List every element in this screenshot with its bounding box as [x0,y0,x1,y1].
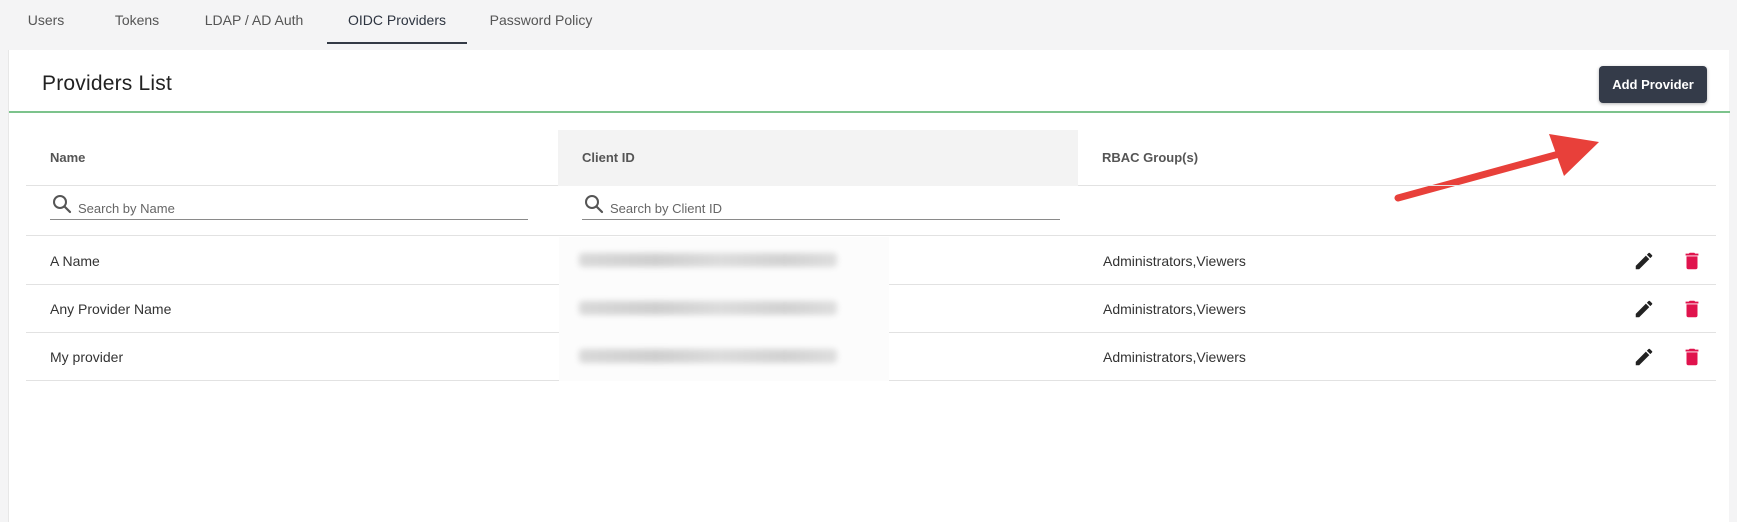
pencil-icon[interactable] [1633,346,1655,368]
table-row: Any Provider Name Administrators,Viewers [26,285,1716,333]
table-row: A Name Administrators,Viewers [26,237,1716,285]
client-id-redacted [559,237,889,285]
trash-icon[interactable] [1681,250,1703,272]
page-title: Providers List [42,72,173,95]
filter-row [26,186,1716,236]
client-id-filter [582,192,1060,220]
trash-icon[interactable] [1681,346,1703,368]
table-row: My provider Administrators,Viewers [26,333,1716,381]
provider-name: Any Provider Name [50,301,172,317]
rbac-groups: Administrators,Viewers [1103,301,1246,317]
client-id-redacted [559,333,889,381]
tab-ldap-ad-auth[interactable]: LDAP / AD Auth [196,0,312,44]
rbac-groups: Administrators,Viewers [1103,349,1246,365]
search-icon [585,195,604,214]
table-header: Name Client ID RBAC Group(s) [26,130,1716,186]
panel-header: Providers List Add Provider [9,50,1730,113]
column-header-rbac-groups[interactable]: RBAC Group(s) [1078,130,1538,186]
column-header-client-id[interactable]: Client ID [558,130,1078,186]
tab-users[interactable]: Users [18,0,74,44]
pencil-icon[interactable] [1633,298,1655,320]
search-icon [53,195,72,214]
provider-name: A Name [50,253,100,269]
add-provider-button[interactable]: Add Provider [1599,66,1707,103]
settings-tabs: Users Tokens LDAP / AD Auth OIDC Provide… [0,0,1737,44]
tab-oidc-providers[interactable]: OIDC Providers [327,0,467,44]
pencil-icon[interactable] [1633,250,1655,272]
tab-tokens[interactable]: Tokens [100,0,174,44]
column-header-name[interactable]: Name [26,130,497,186]
search-by-name-input[interactable] [78,198,508,218]
provider-name: My provider [50,349,124,365]
name-filter [50,192,528,220]
tab-password-policy[interactable]: Password Policy [483,0,599,44]
trash-icon[interactable] [1681,298,1703,320]
rbac-groups: Administrators,Viewers [1103,253,1246,269]
providers-panel: Providers List Add Provider Name Client … [8,50,1730,522]
client-id-redacted [559,285,889,333]
search-by-client-id-input[interactable] [610,198,1040,218]
